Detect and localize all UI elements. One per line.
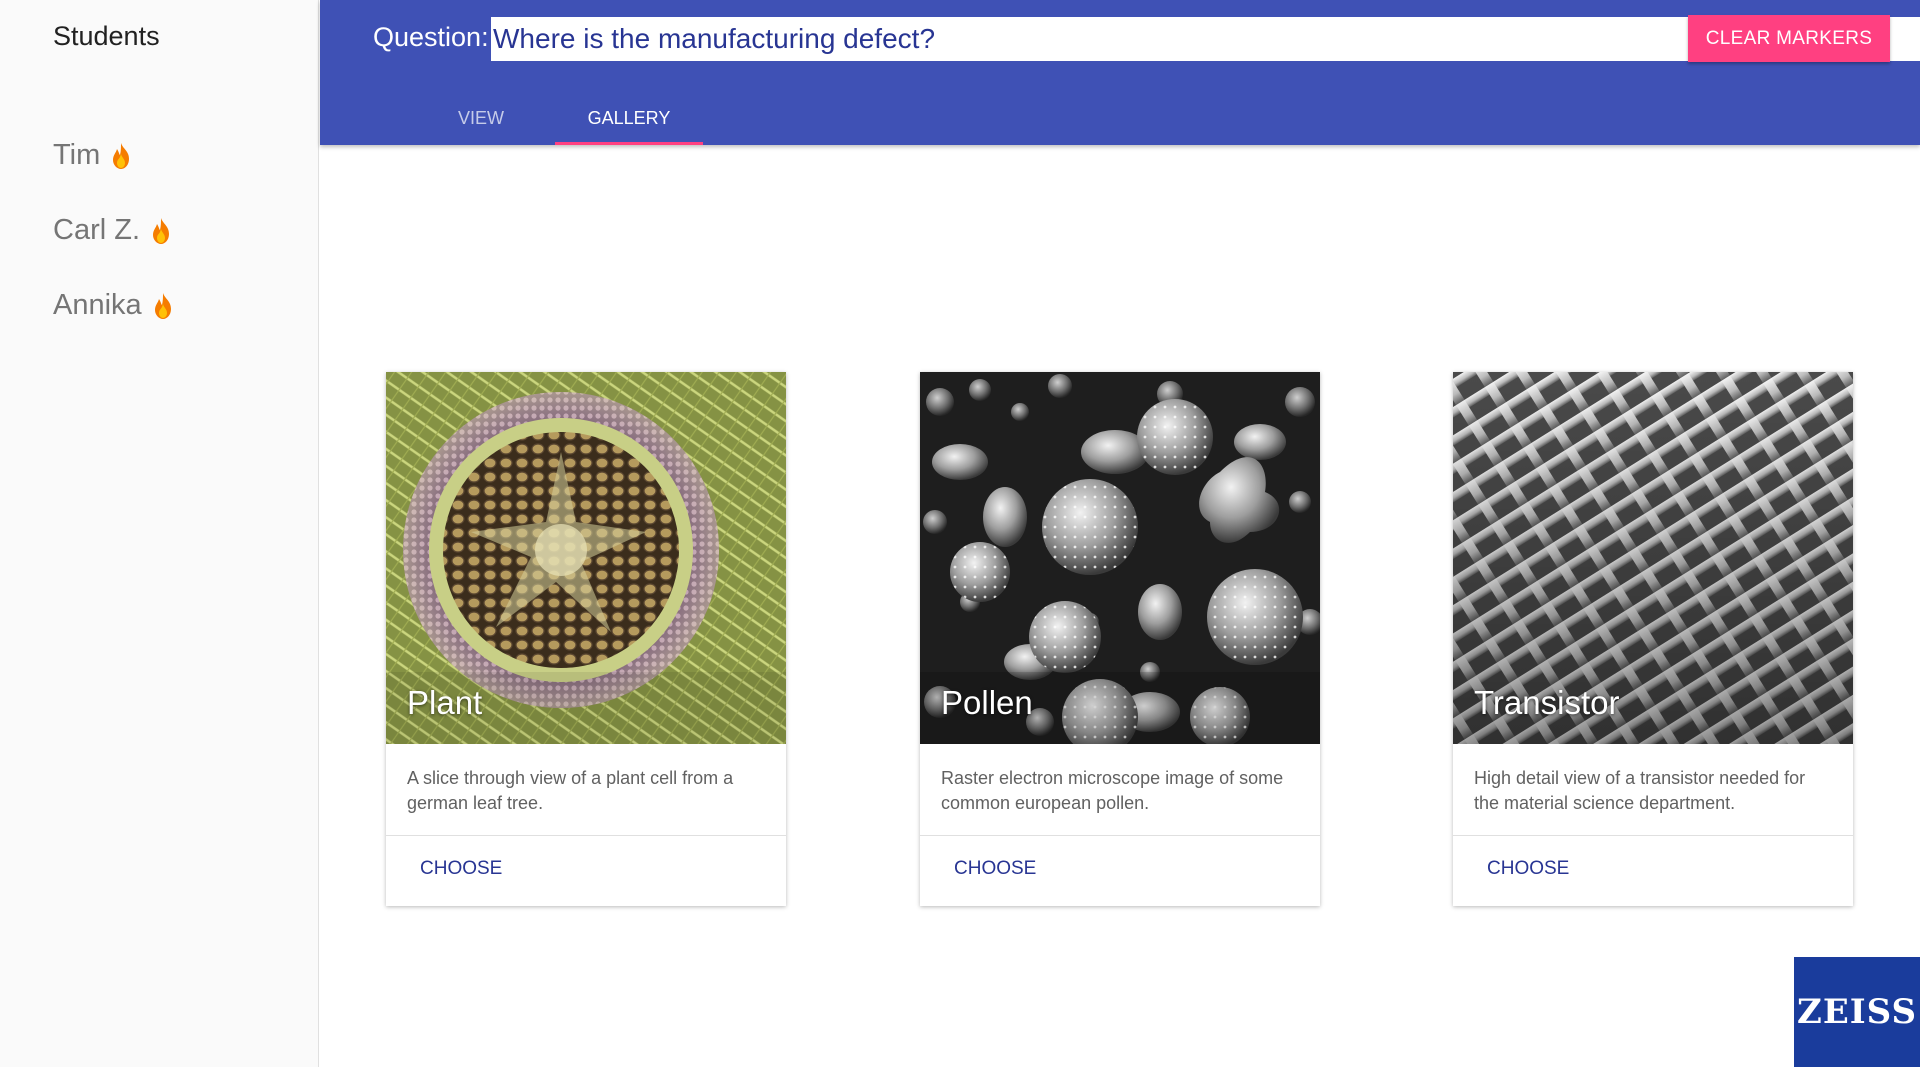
- card-image-plant[interactable]: Plant: [386, 372, 786, 744]
- clear-markers-button[interactable]: CLEAR MARKERS: [1688, 15, 1890, 62]
- student-name: Tim: [53, 139, 101, 171]
- sidebar-title: Students: [53, 21, 160, 51]
- card-description: A slice through view of a plant cell fro…: [386, 744, 786, 836]
- flame-icon: [153, 217, 169, 244]
- gallery-card-plant: Plant A slice through view of a plant ce…: [386, 372, 786, 906]
- card-image-transistor[interactable]: Transistor: [1453, 372, 1853, 744]
- gallery-card-transistor: Transistor High detail view of a transis…: [1453, 372, 1853, 906]
- student-item-tim[interactable]: Tim: [53, 118, 176, 193]
- zeiss-logo: ZEISS: [1794, 957, 1920, 1067]
- student-list: Tim Carl Z. Annika: [53, 118, 176, 343]
- app-root: Students Tim Carl Z. Annika Question: Wh…: [0, 0, 1920, 1067]
- card-title: Plant: [407, 684, 483, 721]
- choose-pollen-button[interactable]: CHOOSE: [954, 858, 1036, 880]
- gallery-card-pollen: Pollen Raster electron microscope image …: [920, 372, 1320, 906]
- choose-plant-button[interactable]: CHOOSE: [420, 858, 502, 880]
- student-item-carl-z[interactable]: Carl Z.: [53, 193, 176, 268]
- student-item-annika[interactable]: Annika: [53, 268, 176, 343]
- card-description: High detail view of a transistor needed …: [1453, 744, 1853, 836]
- student-name: Carl Z.: [53, 214, 140, 246]
- card-description: Raster electron microscope image of some…: [920, 744, 1320, 836]
- question-label: Question:: [373, 22, 489, 52]
- logo-text: ZEISS: [1797, 992, 1917, 1032]
- card-title: Pollen: [941, 684, 1033, 721]
- student-name: Annika: [53, 289, 142, 321]
- tab-gallery[interactable]: GALLERY: [555, 92, 703, 145]
- tab-view[interactable]: VIEW: [407, 92, 555, 145]
- students-sidebar: Students Tim Carl Z. Annika: [0, 0, 319, 1067]
- flame-icon: [113, 142, 130, 169]
- tab-bar: VIEW GALLERY: [407, 92, 703, 145]
- app-header: Question: CLEAR MARKERS VIEW GALLERY: [320, 0, 1920, 145]
- choose-transistor-button[interactable]: CHOOSE: [1487, 858, 1569, 880]
- flame-icon: [154, 292, 171, 319]
- card-title: Transistor: [1474, 684, 1620, 721]
- card-image-pollen[interactable]: Pollen: [920, 372, 1320, 744]
